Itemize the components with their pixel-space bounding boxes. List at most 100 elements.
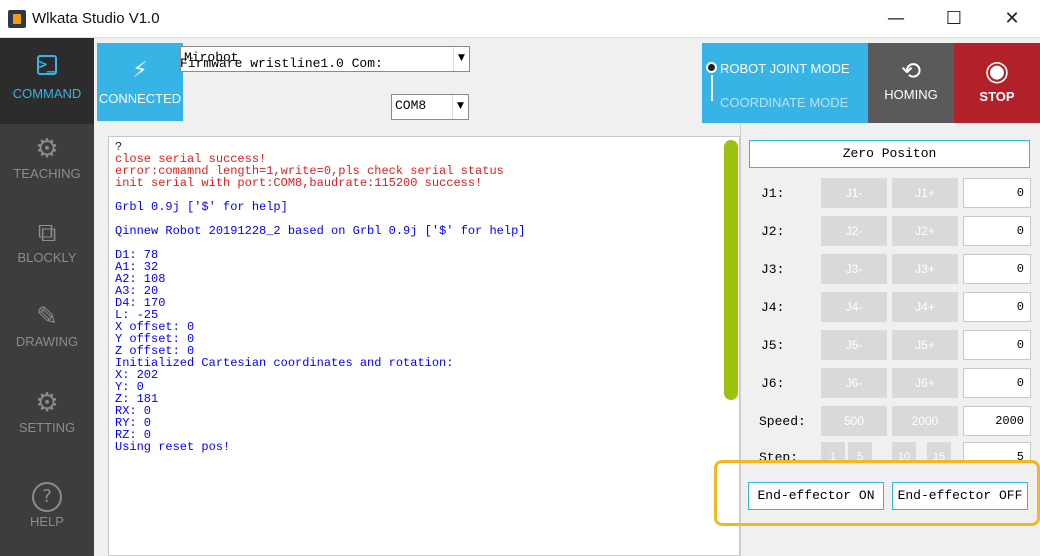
console-line: Initialized Cartesian coordinates and ro… [115,356,454,370]
step-5-button[interactable]: 5 [848,442,872,460]
end-effector-off-button[interactable]: End-effector OFF [892,482,1028,510]
mode-toggle[interactable]: ROBOT JOINT MODE COORDINATE MODE [702,43,868,123]
pen-icon: ✎ [36,302,58,332]
j2-plus-button[interactable]: J2+ [892,216,958,246]
title-bar: Wlkata Studio V1.0 — ☐ ✕ [0,0,1040,38]
step-label: Step: [759,450,799,460]
step-1-button[interactable]: 1 [821,442,845,460]
j6-minus-button[interactable]: J6- [821,368,887,398]
console-line: X: 202 [115,368,159,382]
speed-label: Speed: [759,414,806,429]
sidebar-item-command[interactable]: >_ COMMAND [0,38,94,124]
console-line: init serial with port:COM8,baudrate:1152… [115,176,483,190]
step-row: Step: 1 5 10 15 5 [741,442,1040,460]
speed-500-button[interactable]: 500 [821,406,887,436]
j6-plus-button[interactable]: J6+ [892,368,958,398]
sidebar-item-label: SETTING [18,420,76,435]
chevron-down-icon: ▼ [453,47,469,71]
zero-position-button[interactable]: Zero Positon [749,140,1030,168]
console-output[interactable]: ? close serial success! error:comamnd leng… [108,136,740,556]
console-line: A1: 32 [115,260,159,274]
j5-plus-button[interactable]: J5+ [892,330,958,360]
joint-label: J4: [761,300,785,315]
step-value-field[interactable]: 5 [963,442,1031,460]
com-select[interactable]: COM8 ▼ [391,94,469,120]
sidebar-item-label: DRAWING [15,334,79,349]
console-line: D4: 170 [115,296,166,310]
joint-label: J2: [761,224,785,239]
sidebar-item-blockly[interactable]: ⧉ BLOCKLY [0,218,94,288]
sidebar-item-label: COMMAND [12,86,82,101]
stop-icon: ◉ [984,54,1010,87]
maximize-button[interactable]: ☐ [934,6,974,32]
j2-value-field[interactable]: 0 [963,216,1031,246]
console-line: Z: 181 [115,392,159,406]
console-scrollbar[interactable] [724,140,738,400]
j4-minus-button[interactable]: J4- [821,292,887,322]
help-icon: ? [32,482,62,512]
firmware-label: Firmware wristline1.0 Com: [180,56,383,71]
speed-row: Speed: 500 2000 2000 [741,406,1040,436]
j5-minus-button[interactable]: J5- [821,330,887,360]
j1-plus-button[interactable]: J1+ [892,178,958,208]
joint-label: J5: [761,338,785,353]
sidebar-item-help[interactable]: ? HELP [0,482,94,552]
console-line: Using reset pos! [115,440,231,454]
end-effector-on-button[interactable]: End-effector ON [748,482,884,510]
console-line: A2: 108 [115,272,166,286]
sidebar-item-drawing[interactable]: ✎ DRAWING [0,302,94,372]
joint-label: J1: [761,186,785,201]
com-select-value: COM8 [395,98,427,113]
step-10-button[interactable]: 10 [892,442,916,460]
homing-button[interactable]: ⟲ HOMING [868,43,954,123]
console-line: L: -25 [115,308,159,322]
connected-label: CONNECTED [98,91,182,106]
j1-value-field[interactable]: 0 [963,178,1031,208]
gear-icon: ⚙ [35,388,59,418]
step-15-button[interactable]: 15 [927,442,951,460]
sidebar-item-setting[interactable]: ⚙ SETTING [0,388,94,458]
j4-plus-button[interactable]: J4+ [892,292,958,322]
minimize-button[interactable]: — [876,6,916,32]
mode-indicator [706,62,717,73]
joint-row-j2: J2: J2- J2+ 0 [741,216,1040,246]
console-line: Y: 0 [115,380,144,394]
homing-icon: ⟲ [900,57,922,85]
chevron-down-icon: ▼ [452,95,468,119]
stop-button[interactable]: ◉ STOP [954,43,1040,123]
mode-coordinate-label: COORDINATE MODE [720,95,849,110]
sidebar-item-label: TEACHING [13,166,81,181]
console-line: RY: 0 [115,416,152,430]
j5-value-field[interactable]: 0 [963,330,1031,360]
connect-button[interactable]: ⚡ CONNECTED [97,43,183,121]
j1-minus-button[interactable]: J1- [821,178,887,208]
j3-plus-button[interactable]: J3+ [892,254,958,284]
j4-value-field[interactable]: 0 [963,292,1031,322]
sidebar: >_ COMMAND ⚙ TEACHING ⧉ BLOCKLY ✎ DRAWIN… [0,38,94,556]
joint-label: J6: [761,376,785,391]
console-line: A3: 20 [115,284,159,298]
console-line: RX: 0 [115,404,152,418]
console-line: X offset: 0 [115,320,195,334]
console-line: Qinnew Robot 20191228_2 based on Grbl 0.… [115,224,526,238]
j3-minus-button[interactable]: J3- [821,254,887,284]
close-button[interactable]: ✕ [992,6,1032,32]
puzzle-icon: ⧉ [37,218,57,248]
joint-row-j1: J1: J1- J1+ 0 [741,178,1040,208]
j6-value-field[interactable]: 0 [963,368,1031,398]
mode-joint-label: ROBOT JOINT MODE [720,61,850,76]
console-line: Y offset: 0 [115,332,195,346]
j2-minus-button[interactable]: J2- [821,216,887,246]
console-line: D1: 78 [115,248,159,262]
sidebar-item-label: HELP [30,514,64,529]
speed-value-field[interactable]: 2000 [963,406,1031,436]
sidebar-item-teaching[interactable]: ⚙ TEACHING [0,134,94,204]
j3-value-field[interactable]: 0 [963,254,1031,284]
terminal-icon: >_ [36,55,58,75]
homing-label: HOMING [884,87,938,102]
stop-label: STOP [979,89,1015,104]
joint-label: J3: [761,262,785,277]
plug-icon: ⚡ [132,58,148,83]
speed-2000-button[interactable]: 2000 [892,406,958,436]
